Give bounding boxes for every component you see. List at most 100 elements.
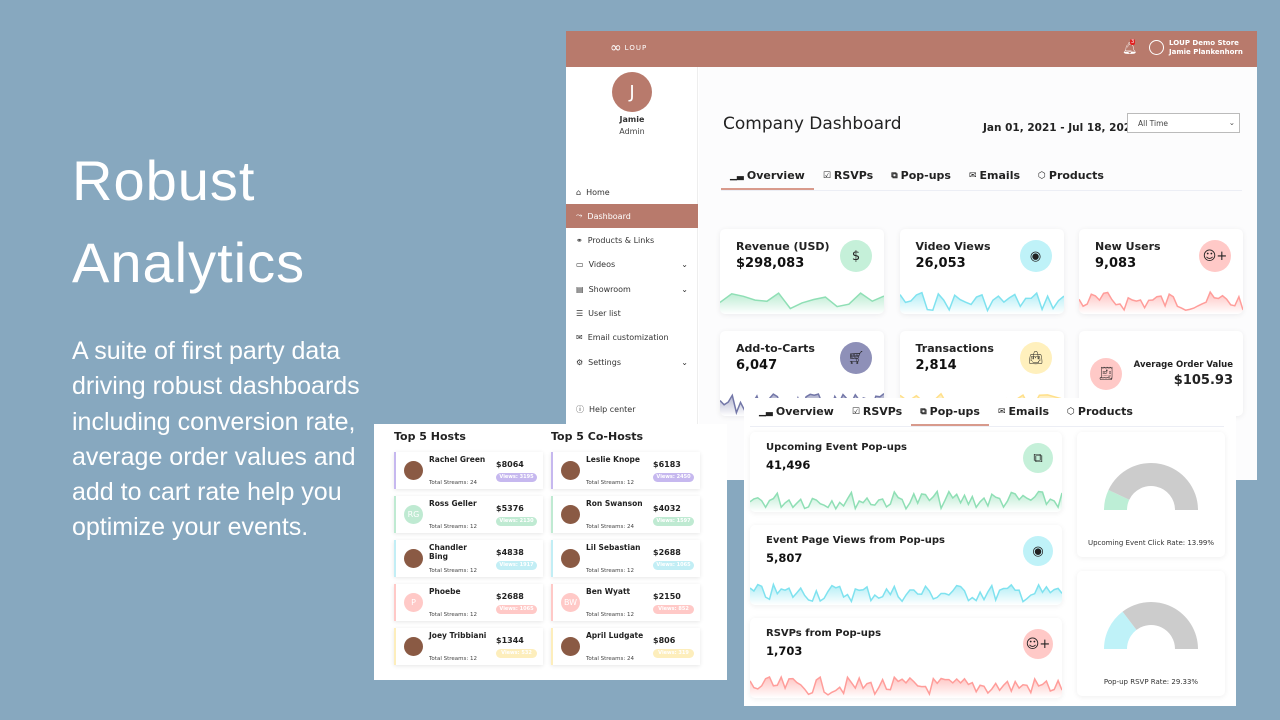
card-new-users[interactable]: New Users 9,083 ☺+	[1079, 229, 1243, 314]
avatar	[561, 549, 580, 568]
sidebar-item-videos[interactable]: ▭ Videos ⌄	[566, 253, 698, 277]
chevron-down-icon: ⌄	[1228, 118, 1235, 127]
sidebar-item-showroom[interactable]: ▤ Showroom ⌄	[566, 277, 698, 301]
chevron-down-icon: ⌄	[681, 260, 688, 270]
tab-products[interactable]: ⬡ Products	[1029, 169, 1113, 190]
avatar: P	[404, 593, 423, 612]
cohost-card[interactable]: Leslie Knope Total Streams: 12 $6183 Views:…	[551, 452, 700, 489]
envelope-icon: ✉	[997, 406, 1006, 417]
user-plus-icon: ☺+	[1023, 629, 1053, 659]
card-video-views[interactable]: Video Views 26,053 ◉	[899, 229, 1064, 314]
logo[interactable]: ∞ LOUP	[610, 40, 647, 56]
link-icon: ⚭	[576, 236, 583, 246]
sidebar-item-products-links[interactable]: ⚭ Products & Links	[566, 229, 698, 253]
gauge-card: Pop-up RSVP Rate: 29.33%	[1077, 571, 1225, 696]
gauge-chart	[1104, 463, 1198, 510]
tab-overview[interactable]: ▁▃ Overview	[721, 169, 814, 190]
sparkline-event-page-views-from-pop-ups	[750, 582, 1062, 605]
views-badge: Views: 319	[653, 649, 694, 658]
sidebar-item-home[interactable]: ⌂ Home	[566, 180, 698, 204]
user-name: Jamie	[619, 115, 645, 124]
chart-icon: ▁▃	[730, 170, 744, 181]
calendar-check-icon: ☑	[851, 406, 860, 417]
sparkline-upcoming-event-pop-ups	[750, 489, 1062, 512]
sidebar-item-settings[interactable]: ⚙ Settings ⌄	[566, 350, 698, 374]
avatar[interactable]: J	[612, 72, 652, 112]
eye-icon: ◉	[1019, 240, 1052, 272]
views-badge: Views: 1597	[653, 517, 694, 526]
cohost-card[interactable]: April Ludgate Total Streams: 24 $806 Views:…	[551, 628, 700, 665]
gauge-remaining-arc	[1122, 602, 1198, 649]
host-card[interactable]: RG Ross Geller Total Streams: 12 $5376 Views…	[394, 496, 543, 533]
chevron-down-icon: ⌄	[681, 357, 688, 367]
cohost-card[interactable]: Lil Sebastian Total Streams: 12 $2688 Views…	[551, 540, 700, 577]
views-badge: Views: 2450	[653, 473, 694, 482]
windows-icon: ⧉	[920, 406, 927, 417]
date-range: Jan 01, 2021 - Jul 18, 2023	[983, 122, 1139, 134]
card-revenue-usd[interactable]: Revenue (USD) $298,083 $	[720, 229, 884, 314]
views-badge: Views: 3195	[496, 473, 537, 482]
chevron-down-icon: ⌄	[681, 284, 688, 294]
avatar	[404, 549, 423, 568]
popups-panel: ▁▃ Overview ☑ RSVPs ⧉ Pop-ups ✉ Emails ⬡ Products…	[744, 398, 1236, 706]
tab-products[interactable]: ⬡ Products	[1058, 405, 1142, 426]
windows-icon: ⧉	[891, 170, 898, 181]
avatar: BW	[561, 593, 580, 612]
account-menu[interactable]: LOUP Demo Store Jamie Plankenhorn	[1169, 39, 1243, 57]
top-hosts-panel: Top 5 Hosts Top 5 Co-Hosts Rachel Green T…	[374, 424, 727, 680]
list-icon: ☰	[576, 309, 584, 318]
card-rsvps-from-pop-ups[interactable]: RSVPs from Pop-ups 1,703 ☺+	[750, 618, 1062, 698]
views-badge: Views: 1065	[653, 561, 694, 570]
cart-icon: 🛒︎	[840, 342, 872, 374]
dashboard-tabs: ▁▃ Overview ☑ RSVPs ⧉ Pop-ups ✉ Emails ⬡ Products	[721, 169, 1242, 191]
avatar: RG	[404, 505, 423, 524]
user-plus-icon: ☺+	[1199, 240, 1231, 272]
host-card[interactable]: Joey Tribbiani Total Streams: 12 $1344 View…	[394, 628, 543, 665]
tab-pop-ups[interactable]: ⧉ Pop-ups	[882, 169, 960, 190]
sidebar-item-dashboard[interactable]: ⤳ Dashboard	[566, 204, 698, 229]
envelope-icon: ✉	[968, 170, 977, 181]
tab-overview[interactable]: ▁▃ Overview	[750, 405, 843, 426]
sidebar-item-email-customization[interactable]: ✉ Email customization	[566, 326, 698, 350]
bag-icon: 👜︎	[1019, 342, 1052, 374]
sparkline-new-users	[1079, 290, 1243, 314]
sidebar-item-help-center[interactable]: ⓘ Help center	[566, 399, 698, 419]
hero-title: Robust Analytics	[72, 149, 306, 294]
help-icon: ⓘ	[576, 404, 584, 414]
card-event-page-views-from-pop-ups[interactable]: Event Page Views from Pop-ups 5,807 ◉	[750, 525, 1062, 605]
sparkline-video-views	[899, 291, 1064, 314]
chart-icon: ▁▃	[759, 406, 773, 417]
tab-rsvps[interactable]: ☑ RSVPs	[843, 405, 911, 426]
cohost-card[interactable]: BW Ben Wyatt Total Streams: 12 $2150 Views: …	[551, 584, 700, 621]
sidebar-item-user-list[interactable]: ☰ User list	[566, 302, 698, 326]
mail-icon: ✉	[576, 333, 583, 343]
gauge-chart	[1104, 602, 1198, 649]
card-upcoming-event-pop-ups[interactable]: Upcoming Event Pop-ups 41,496 ⧉	[750, 432, 1062, 512]
user-circle-icon[interactable]	[1149, 40, 1164, 55]
tab-emails[interactable]: ✉ Emails	[960, 169, 1029, 190]
host-card[interactable]: P Phoebe Total Streams: 12 $2688 Views: 1065	[394, 584, 543, 621]
host-card[interactable]: Chandler Bing Total Streams: 12 $4838 Views…	[394, 540, 543, 577]
views-badge: Views: 2130	[496, 517, 537, 526]
avatar	[561, 461, 580, 480]
range-select[interactable]: All Time ⌄	[1127, 113, 1240, 133]
cohost-card[interactable]: Ron Swanson Total Streams: 24 $4032 Views: …	[551, 496, 700, 533]
tag-icon: ⬡	[1067, 406, 1075, 417]
tab-pop-ups[interactable]: ⧉ Pop-ups	[911, 405, 989, 426]
sparkline-rsvps-from-pop-ups	[750, 675, 1062, 698]
eye-icon: ◉	[1023, 536, 1053, 566]
tab-rsvps[interactable]: ☑ RSVPs	[814, 169, 882, 190]
host-card[interactable]: Rachel Green Total Streams: 24 $8064 Views:…	[394, 452, 543, 489]
avatar	[404, 637, 423, 656]
sparkline-revenue-usd	[720, 292, 884, 314]
chart-line-icon: ⤳	[576, 211, 583, 221]
sidebar: J Jamie Admin ⌂ Home ⤳ Dashboard ⚭ Products &…	[566, 67, 698, 480]
avatar	[561, 505, 580, 524]
avatar	[561, 637, 580, 656]
bell-icon[interactable]: 🔔︎ 3	[1122, 39, 1137, 55]
logo-rings-icon: ∞	[610, 40, 622, 56]
gear-icon: ⚙	[576, 357, 584, 367]
tab-emails[interactable]: ✉ Emails	[989, 405, 1058, 426]
views-badge: Views: 1065	[496, 605, 537, 614]
gauge-card: Upcoming Event Click Rate: 13.99%	[1077, 432, 1225, 557]
